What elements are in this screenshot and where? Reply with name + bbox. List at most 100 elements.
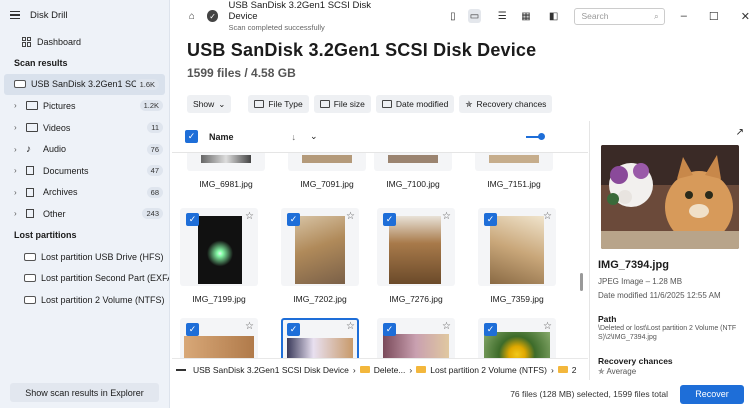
minimize-icon[interactable]: – <box>681 10 687 23</box>
grid-view-icon[interactable]: ▦ <box>519 9 533 23</box>
star-icon[interactable]: ☆ <box>543 211 552 222</box>
select-all-checkbox[interactable]: ✓ <box>185 130 198 143</box>
chevron-right-icon[interactable]: › <box>14 101 22 110</box>
chevron-right-icon[interactable]: › <box>14 166 22 175</box>
file-type-filter-button[interactable]: File Type <box>248 95 309 113</box>
preview-pane-icon[interactable]: ◧ <box>547 9 561 23</box>
page-header: USB SanDisk 3.2Gen1 SCSI Disk Device 159… <box>187 40 536 80</box>
file-item[interactable]: IMG_6981.jpg <box>187 153 265 193</box>
list-view-icon[interactable]: ☰ <box>495 9 509 23</box>
file-type-label: File Type <box>268 99 303 109</box>
date-modified-filter-button[interactable]: Date modified <box>375 95 455 113</box>
count-badge: 1.2K <box>139 100 163 112</box>
star-icon[interactable]: ☆ <box>346 321 355 332</box>
sidebar-item-lost-exfat[interactable]: Lost partition Second Part (EXFAT) <box>0 267 169 289</box>
sidebar-item-other[interactable]: › Other 243 <box>0 203 169 225</box>
sidebar-item-archives[interactable]: › Archives 68 <box>0 182 169 204</box>
filter-bar: Show ⌄ File Type File size Date modified … <box>187 95 553 113</box>
item-checkbox[interactable]: ✓ <box>484 323 497 336</box>
show-filter-button[interactable]: Show ⌄ <box>187 95 232 113</box>
scrollbar-thumb[interactable] <box>580 273 583 291</box>
folder-view-icon[interactable]: ▭ <box>467 9 482 23</box>
chevron-down-icon[interactable]: ⌄ <box>310 131 318 142</box>
app-title: Disk Drill <box>30 9 68 21</box>
breadcrumb-drive[interactable]: USB SanDisk 3.2Gen1 SCSI Disk Device <box>193 365 349 375</box>
item-checkbox[interactable]: ✓ <box>383 323 396 336</box>
file-item[interactable]: ✓ ☆ IMG_7199.jpg <box>180 208 258 308</box>
chevron-right-icon[interactable]: › <box>14 188 22 197</box>
star-icon[interactable]: ☆ <box>442 321 451 332</box>
show-in-explorer-button[interactable]: Show scan results in Explorer <box>10 383 159 402</box>
item-checkbox[interactable]: ✓ <box>287 323 300 336</box>
sidebar-item-label: Videos <box>43 122 71 133</box>
menu-icon[interactable] <box>10 11 20 19</box>
close-icon[interactable]: ✕ <box>741 10 750 23</box>
grid-scrollbar[interactable] <box>580 153 584 358</box>
drive-icon <box>24 295 36 304</box>
sidebar-item-lost-hfs[interactable]: Lost partition USB Drive (HFS) <box>0 246 169 268</box>
open-external-icon[interactable]: ↗ <box>736 127 744 138</box>
file-size-filter-button[interactable]: File size <box>313 95 371 113</box>
item-checkbox[interactable]: ✓ <box>287 213 300 226</box>
star-icon[interactable]: ☆ <box>346 211 355 222</box>
star-icon[interactable]: ☆ <box>245 211 254 222</box>
thumbnail <box>374 153 452 171</box>
recover-button[interactable]: Recover <box>680 384 744 404</box>
item-checkbox[interactable]: ✓ <box>383 213 396 226</box>
sidebar-item-label: Lost partition Second Part (EXFAT) <box>41 273 169 284</box>
file-item[interactable]: ✓ ☆ <box>478 318 556 358</box>
file-size-icon <box>319 100 330 108</box>
home-icon[interactable]: ⌂ <box>185 9 199 23</box>
file-item[interactable]: IMG_7100.jpg <box>374 153 452 193</box>
file-item[interactable]: ✓ ☆ IMG_7359.jpg <box>478 208 556 308</box>
count-badge: 1.6K <box>135 78 159 90</box>
breadcrumb-folder-partition[interactable]: Lost partition 2 Volume (NTFS) <box>430 365 547 375</box>
sidebar-item-label: Audio <box>43 144 67 155</box>
recovery-chances-label: Recovery chances <box>598 356 673 366</box>
maximize-icon[interactable]: ☐ <box>709 10 719 23</box>
chevron-right-icon[interactable]: › <box>14 145 22 154</box>
date-modified-label: Date modified <box>395 99 449 109</box>
file-name: IMG_7276.jpg <box>389 294 443 304</box>
item-checkbox[interactable]: ✓ <box>484 213 497 226</box>
breadcrumb-folder-deleted[interactable]: Delete... <box>374 365 406 375</box>
document-view-icon[interactable]: ▯ <box>446 9 460 23</box>
bottom-bar: 76 files (128 MB) selected, 1599 files t… <box>171 380 750 408</box>
folder-icon <box>416 366 427 373</box>
star-icon[interactable]: ☆ <box>543 321 552 332</box>
name-column-header[interactable]: Name <box>209 132 234 142</box>
search-input[interactable]: Search ⌕ <box>574 7 665 25</box>
sidebar-item-audio[interactable]: › ♪ Audio 76 <box>0 138 169 160</box>
sidebar-item-pictures[interactable]: › Pictures 1.2K <box>0 95 169 117</box>
file-item[interactable]: ✓ ☆ <box>180 318 258 358</box>
item-checkbox[interactable]: ✓ <box>186 213 199 226</box>
page-subtitle: 1599 files / 4.58 GB <box>187 66 296 80</box>
chevron-right-icon[interactable]: › <box>14 209 22 218</box>
archive-icon <box>26 187 34 197</box>
file-item[interactable]: IMG_7091.jpg <box>288 153 366 193</box>
sidebar-item-label: Pictures <box>43 100 76 111</box>
breadcrumb-folder-2[interactable]: 2 <box>572 365 577 375</box>
sidebar-item-documents[interactable]: › Documents 47 <box>0 160 169 182</box>
sidebar-item-lost-ntfs[interactable]: Lost partition 2 Volume (NTFS) <box>0 289 169 311</box>
sidebar-item-videos[interactable]: › Videos 11 <box>0 117 169 139</box>
search-placeholder: Search <box>581 11 609 21</box>
sidebar-item-label: Lost partition 2 Volume (NTFS) <box>41 294 165 305</box>
star-icon[interactable]: ☆ <box>245 321 254 332</box>
item-checkbox[interactable]: ✓ <box>186 323 199 336</box>
sidebar-item-drive[interactable]: USB SanDisk 3.2Gen1 SC... 1.6K <box>4 73 165 96</box>
recovery-chances-filter-button[interactable]: ✯ Recovery chances <box>459 95 553 113</box>
preview-file-name: IMG_7394.jpg <box>598 259 669 271</box>
chevron-right-icon[interactable]: › <box>14 123 22 132</box>
file-item[interactable]: ✓ ☆ IMG_7276.jpg <box>377 208 455 308</box>
sidebar-item-dashboard[interactable]: Dashboard <box>0 31 169 53</box>
drive-icon <box>24 274 36 283</box>
thumbnail-size-slider[interactable] <box>526 132 545 140</box>
file-item[interactable]: ✓ ☆ <box>377 318 455 358</box>
star-icon[interactable]: ☆ <box>442 211 451 222</box>
sort-arrow-icon[interactable]: ↓ <box>292 132 297 142</box>
file-item[interactable]: IMG_7151.jpg <box>475 153 553 193</box>
star-icon: ✯ <box>465 98 473 109</box>
file-item-selected[interactable]: ✓ ☆ <box>281 318 359 358</box>
file-item[interactable]: ✓ ☆ IMG_7202.jpg <box>281 208 359 308</box>
